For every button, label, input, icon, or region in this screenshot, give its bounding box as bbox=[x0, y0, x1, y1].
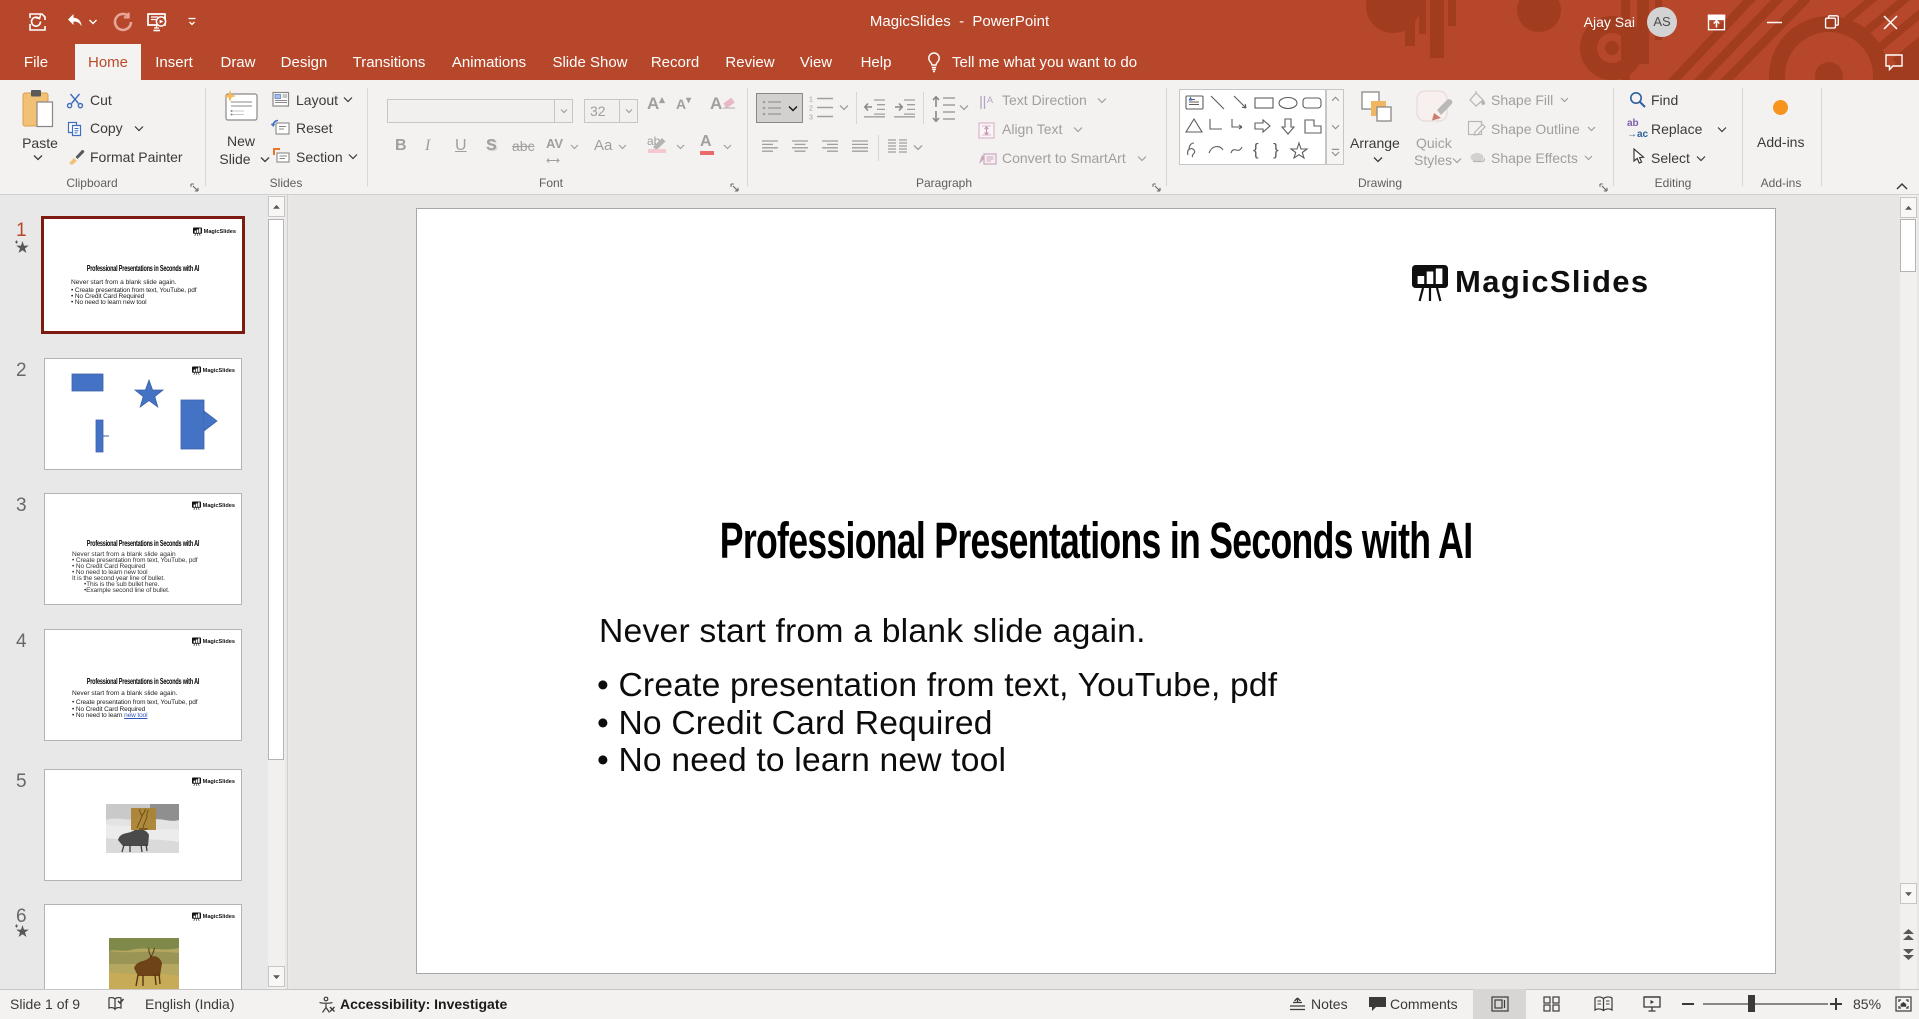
svg-text:2: 2 bbox=[809, 106, 813, 113]
svg-text:}: } bbox=[1273, 140, 1279, 159]
svg-text:A: A bbox=[987, 95, 993, 105]
svg-text:3: 3 bbox=[809, 115, 813, 122]
svg-text:{: { bbox=[1253, 140, 1259, 159]
svg-text:1: 1 bbox=[809, 97, 813, 104]
